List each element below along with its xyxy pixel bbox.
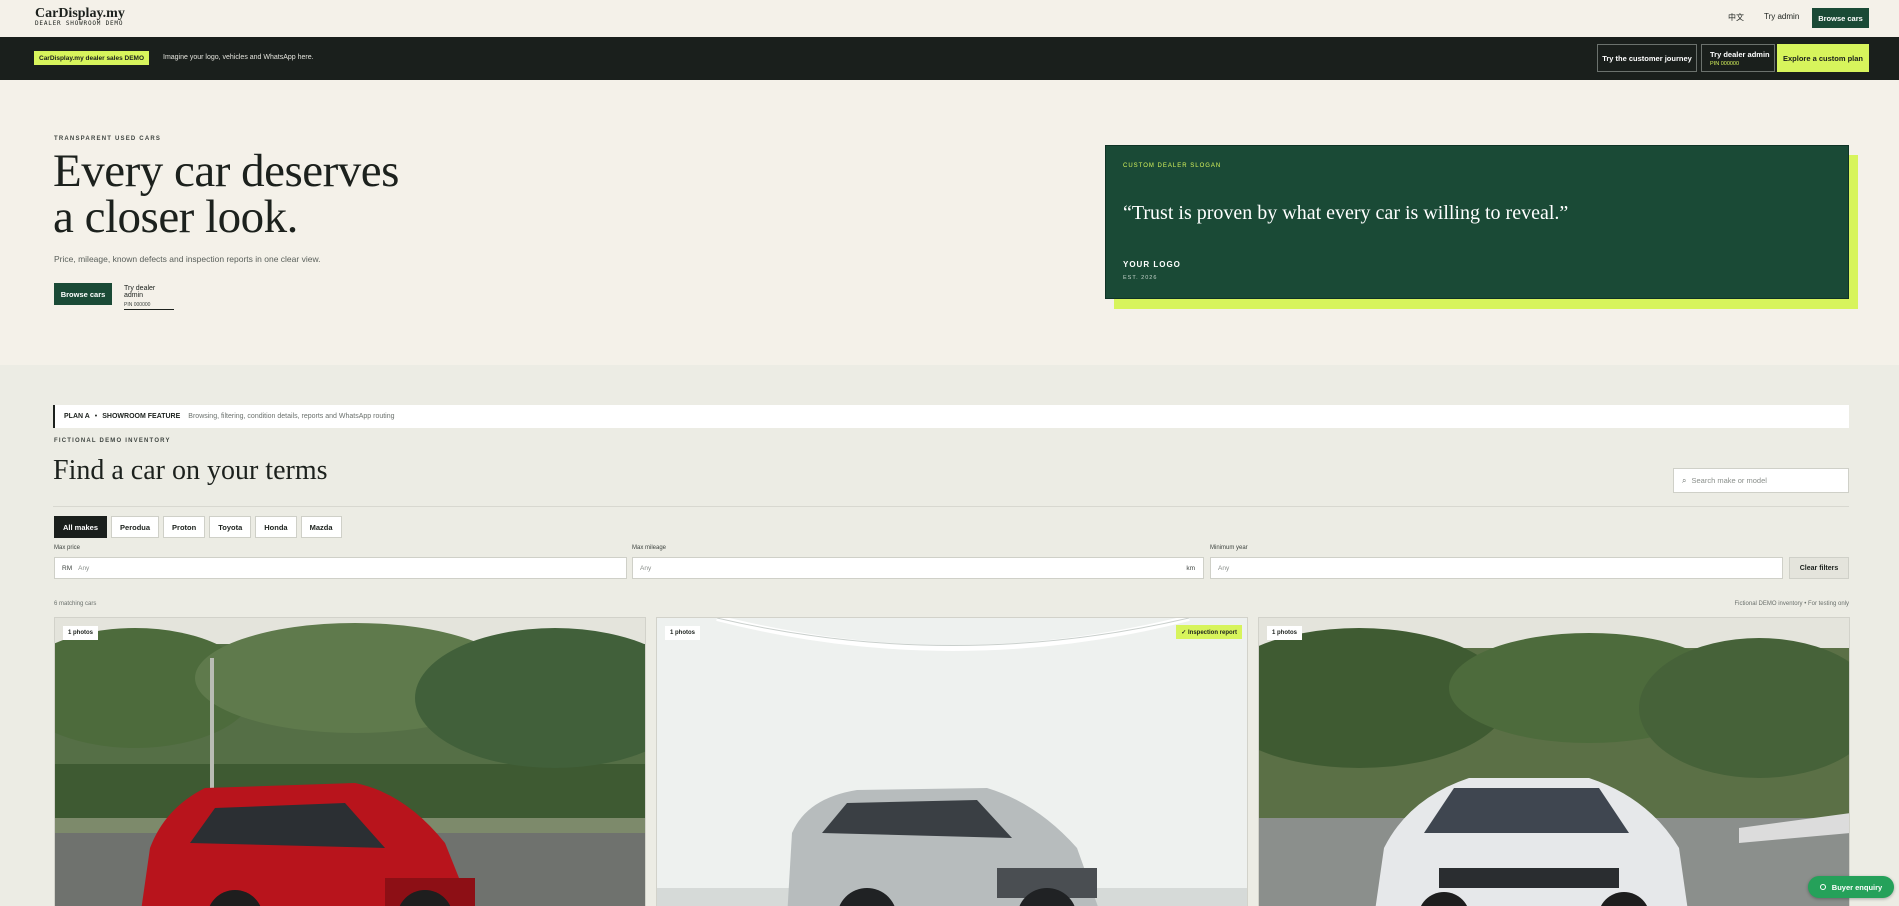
chip-honda[interactable]: Honda [255,516,297,538]
clear-filters-button[interactable]: Clear filters [1789,557,1849,579]
try-admin-link[interactable]: Try admin [1764,12,1799,21]
hero-section: TRANSPARENT USED CARS Every car deserves… [0,80,1899,365]
search-placeholder: Search make or model [1691,476,1767,485]
plan-separator: • [94,413,98,420]
demo-badge: CarDisplay.my dealer sales DEMO [34,51,150,65]
language-switch[interactable]: 中文 [1728,12,1744,23]
slogan-est: EST. 2026 [1123,275,1158,281]
min-year-input[interactable]: Any [1210,557,1783,579]
feature-label: SHOWROOM FEATURE [102,413,181,420]
car-card[interactable]: 1 photos [1258,617,1850,906]
max-mileage-label: Max mileage [632,545,667,551]
min-year-placeholder: Any [1218,564,1230,572]
buyer-enquiry-label: Buyer enquiry [1831,882,1883,892]
inventory-eyebrow: FICTIONAL DEMO INVENTORY [54,438,171,444]
car-photo-red-hatchback [55,623,645,906]
max-mileage-placeholder: Any [640,564,652,572]
currency-prefix: RM [62,564,73,572]
max-price-label: Max price [54,545,81,551]
slogan-logo: YOUR LOGO [1123,260,1181,269]
hero-admin-label: Try dealer admin [124,285,156,299]
hero-title-line2: a closer look. [53,191,298,243]
chip-mazda[interactable]: Mazda [300,516,342,538]
slogan-card: CUSTOM DEALER SLOGAN “Trust is proven by… [1105,145,1849,299]
max-mileage-input[interactable]: Any km [632,557,1204,579]
chip-all-makes[interactable]: All makes [54,516,108,538]
slogan-quote: “Trust is proven by what every car is wi… [1123,202,1569,224]
chip-toyota[interactable]: Toyota [209,516,252,538]
demo-bar: CarDisplay.my dealer sales DEMO Imagine … [0,37,1899,80]
hero-admin-pin: PIN 000000 [124,302,151,308]
feature-description: Browsing, filtering, condition details, … [188,413,395,420]
hero-description: Price, mileage, known defects and inspec… [54,254,321,264]
demo-text: Imagine your logo, vehicles and WhatsApp… [163,54,314,61]
dealer-admin-button[interactable]: Try dealer admin PIN 000000 [1701,44,1775,72]
photo-count-badge: 1 photos [1267,626,1302,640]
section-divider [53,506,1849,507]
match-count: 6 matching cars [54,601,97,607]
make-filter-chips: All makes Perodua Proton Toyota Honda Ma… [54,516,342,538]
photo-count-badge: 1 photos [665,626,700,640]
plan-label: PLAN A [64,413,90,420]
car-card[interactable]: 1 photos [54,617,646,906]
mileage-unit: km [1186,564,1195,572]
hero-admin-link[interactable]: Try dealer admin PIN 000000 [124,285,174,310]
inventory-title: Find a car on your terms [53,455,328,486]
chip-perodua[interactable]: Perodua [111,516,160,538]
dealer-admin-label: Try dealer admin [1710,50,1770,59]
photo-count-badge: 1 photos [63,626,98,640]
slogan-eyebrow: CUSTOM DEALER SLOGAN [1123,163,1222,169]
customer-journey-button[interactable]: Try the customer journey [1597,44,1697,72]
site-logo-subtitle: DEALER SHOWROOM DEMO [35,20,124,27]
car-photo-silver-suv [657,618,1247,906]
hero-title-line1: Every car deserves [53,145,399,197]
browse-cars-button[interactable]: Browse cars [1812,8,1869,28]
top-nav: CarDisplay.my DEALER SHOWROOM DEMO 中文 Tr… [0,0,1899,37]
car-photo-white-sedan [1259,628,1849,906]
custom-plan-button[interactable]: Explore a custom plan [1777,44,1869,72]
max-price-placeholder: Any [78,564,90,572]
car-card[interactable]: 1 photos ✓ Inspection report [656,617,1248,906]
hero-title: Every car deserves a closer look. [53,145,399,243]
plan-strip: PLAN A • SHOWROOM FEATURE Browsing, filt… [53,405,1849,428]
search-icon: ⌕ [1682,475,1687,485]
buyer-enquiry-button[interactable]: Buyer enquiry [1808,876,1894,898]
inspection-report-badge: ✓ Inspection report [1176,625,1242,639]
min-year-label: Minimum year [1210,545,1248,551]
whatsapp-icon [1819,884,1826,890]
max-price-input[interactable]: RM Any [54,557,627,579]
dealer-admin-pin: PIN 000000 [1710,61,1740,67]
chip-proton[interactable]: Proton [163,516,206,538]
hero-browse-button[interactable]: Browse cars [54,283,112,305]
inventory-note: Fictional DEMO inventory • For testing o… [1734,601,1849,607]
search-input[interactable]: ⌕ Search make or model [1673,468,1849,493]
hero-eyebrow: TRANSPARENT USED CARS [54,136,162,142]
